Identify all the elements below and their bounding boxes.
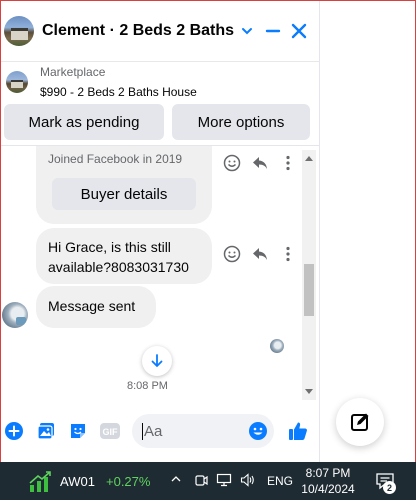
scroll-down-arrow[interactable]	[305, 388, 313, 396]
scroll-to-bottom-button[interactable]	[142, 346, 172, 376]
question-message-actions	[222, 244, 298, 264]
chat-header[interactable]: Clement · 2 Beds 2 Baths ...	[0, 0, 319, 62]
notification-count-badge: 2	[383, 481, 396, 494]
system-clock[interactable]: 8:07 PM 10/4/2024	[300, 465, 356, 497]
language-indicator[interactable]: ENG	[267, 474, 293, 488]
volume-icon[interactable]	[240, 473, 256, 487]
joined-facebook-text: Joined Facebook in 2019	[48, 152, 183, 166]
svg-text:GIF: GIF	[103, 427, 119, 437]
gif-icon[interactable]: GIF	[98, 419, 122, 443]
message-bubble-question[interactable]: Hi Grace, is this still available?808303…	[36, 228, 212, 284]
card-message-actions	[222, 153, 298, 173]
add-circle-icon[interactable]	[2, 419, 26, 443]
stock-change[interactable]: +0.27%	[106, 474, 150, 489]
scroll-up-arrow[interactable]	[305, 154, 313, 162]
chevron-up-icon[interactable]	[170, 473, 182, 485]
chat-title[interactable]: Clement · 2 Beds 2 Baths ...	[42, 22, 234, 40]
compose-icon	[351, 413, 369, 431]
new-message-button[interactable]	[336, 398, 384, 446]
sender-avatar[interactable]	[2, 302, 28, 328]
react-emoji-icon[interactable]	[222, 244, 242, 264]
arrow-down-icon	[151, 354, 163, 367]
listing-avatar[interactable]	[4, 15, 34, 46]
scrollbar-thumb[interactable]	[304, 264, 314, 316]
listing-actions: Mark as pending More options	[0, 104, 319, 146]
buyer-details-button[interactable]: Buyer details	[52, 178, 196, 210]
reply-icon[interactable]	[250, 153, 270, 173]
message-bubble-sent[interactable]: Message sent	[36, 286, 156, 328]
mark-as-pending-button[interactable]: Mark as pending	[4, 104, 164, 140]
more-options-button[interactable]: More options	[172, 104, 310, 140]
message-timestamp: 8:08 PM	[127, 380, 168, 392]
sticker-icon[interactable]	[66, 419, 90, 443]
listing-info[interactable]: Marketplace $990 - 2 Beds 2 Baths House	[0, 62, 319, 102]
photo-icon[interactable]	[34, 419, 58, 443]
reply-icon[interactable]	[250, 244, 270, 264]
stock-chart-icon[interactable]	[28, 471, 52, 496]
minimize-icon[interactable]	[260, 18, 286, 44]
more-vertical-icon[interactable]	[278, 153, 298, 173]
close-icon[interactable]	[286, 18, 312, 44]
thumbs-up-icon[interactable]	[286, 419, 310, 443]
clock-time: 8:07 PM	[305, 466, 351, 480]
message-composer: GIF	[0, 408, 319, 454]
chat-window: Clement · 2 Beds 2 Baths ... Marketplace…	[0, 0, 320, 462]
listing-thumbnail	[6, 71, 28, 93]
network-icon[interactable]	[216, 473, 232, 487]
windows-taskbar: AW01 +0.27% ENG 8:07 PM 10/4/2024 2	[0, 462, 416, 500]
listing-title: $990 - 2 Beds 2 Baths House	[40, 85, 197, 99]
message-input-wrapper[interactable]	[132, 414, 274, 448]
clock-date: 10/4/2024	[301, 482, 355, 496]
chevron-down-icon[interactable]	[234, 18, 260, 44]
message-input[interactable]	[142, 422, 252, 440]
emoji-icon[interactable]	[248, 421, 268, 446]
meet-now-icon[interactable]	[194, 473, 208, 487]
seen-indicator-avatar	[270, 339, 284, 353]
react-emoji-icon[interactable]	[222, 153, 242, 173]
listing-source: Marketplace	[40, 65, 106, 79]
buyer-profile-card: Joined Facebook in 2019 Buyer details	[36, 146, 212, 224]
stock-symbol[interactable]: AW01	[60, 474, 95, 489]
more-vertical-icon[interactable]	[278, 244, 298, 264]
message-list[interactable]: Joined Facebook in 2019 Buyer details Hi…	[0, 146, 319, 402]
